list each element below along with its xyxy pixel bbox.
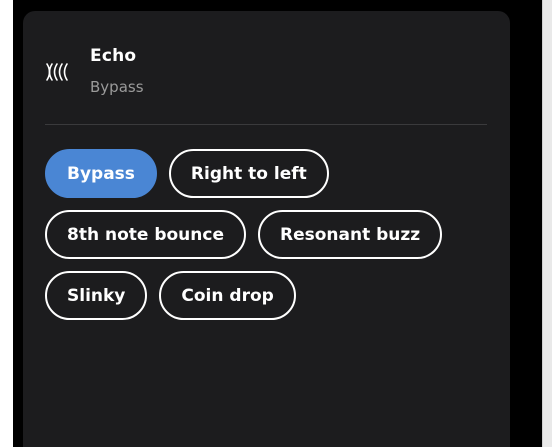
header-divider: [45, 124, 487, 125]
chip-row: Slinky Coin drop: [45, 271, 495, 320]
preset-chip-slinky[interactable]: Slinky: [45, 271, 148, 320]
effect-header: Echo Bypass: [23, 11, 510, 125]
effect-title: Echo: [90, 46, 137, 66]
preset-chip-8th-note-bounce[interactable]: 8th note bounce: [45, 210, 246, 259]
chip-row: Bypass Right to left: [45, 149, 495, 198]
preset-chip-bypass[interactable]: Bypass: [45, 149, 157, 198]
preset-chip-coin-drop[interactable]: Coin drop: [159, 271, 296, 320]
chip-row: 8th note bounce Resonant buzz: [45, 210, 495, 259]
preset-chip-resonant-buzz[interactable]: Resonant buzz: [258, 210, 443, 259]
current-preset-label: Bypass: [90, 78, 144, 96]
preset-chip-group: Bypass Right to left 8th note bounce Res…: [45, 149, 495, 332]
echo-waves-icon: [45, 63, 71, 81]
scrollbar-track[interactable]: [542, 0, 552, 447]
effect-panel: Echo Bypass Bypass Right to left 8th not…: [23, 11, 510, 447]
preset-chip-right-to-left[interactable]: Right to left: [168, 149, 329, 198]
